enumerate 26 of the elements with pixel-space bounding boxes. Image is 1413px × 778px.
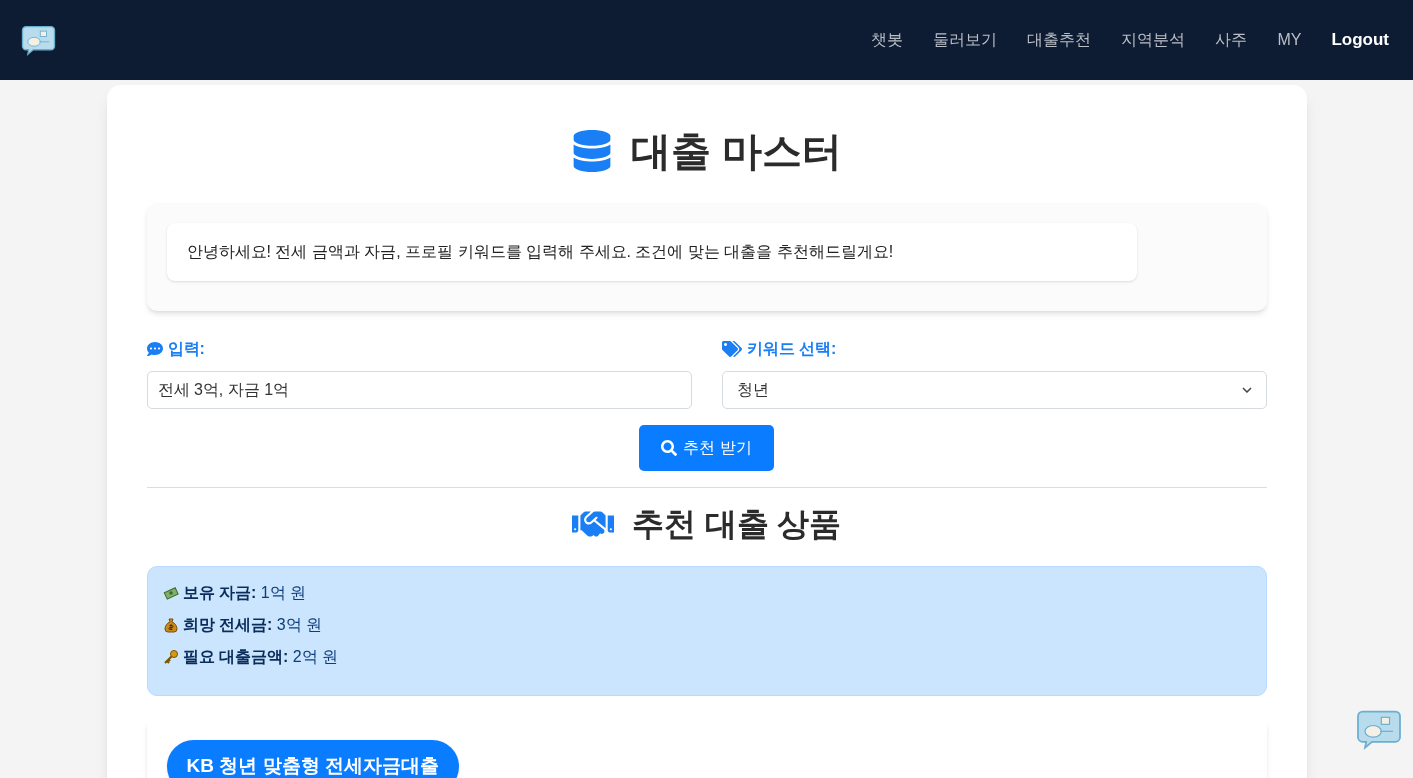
summary-line: 필요 대출금액: 2억 원 [182,647,339,667]
keyword-label: 키워드 선택: [746,339,837,359]
nav-link[interactable]: 대출추천 [1027,28,1092,52]
chat-logo-icon[interactable] [20,24,57,56]
summary-line: 희망 전세금: 3억 원 [182,615,323,635]
input-label: 입력: [167,339,205,359]
page-title: 대출 마스터 [630,128,843,175]
results-title: 추천 대출 상품 [631,505,842,544]
summary-line: 보유 자금: 1억 원 [182,583,307,603]
greeting-message: 안녕하세요! 전세 금액과 자금, 프로필 키워드를 입력해 주세요. 조건에 맞는 대출을 추천해드릴게요! [166,223,1137,281]
nav-link[interactable]: 챗봇 [871,28,904,52]
keyword-select[interactable]: 청년 [721,371,1267,409]
key-icon [162,649,179,665]
speech-bubble-icon [146,341,163,357]
nav-link[interactable]: 사주 [1215,28,1248,52]
product-name-badge: KB 청년 맞춤형 전세자금대출 [166,740,459,778]
nav-link[interactable]: 지역분석 [1121,28,1186,52]
chevron-down-icon [1241,387,1252,393]
nav-link[interactable]: MY [1277,28,1302,52]
nav-link[interactable]: Logout [1331,27,1389,53]
tags-icon [721,340,742,358]
recommend-button[interactable]: 추천 받기 [639,425,774,471]
money-bag-icon [162,617,179,633]
nav-link[interactable]: 둘러보기 [933,28,998,52]
search-icon [661,440,678,456]
input-field[interactable]: 전세 3억, 자금 1억 [146,371,692,409]
